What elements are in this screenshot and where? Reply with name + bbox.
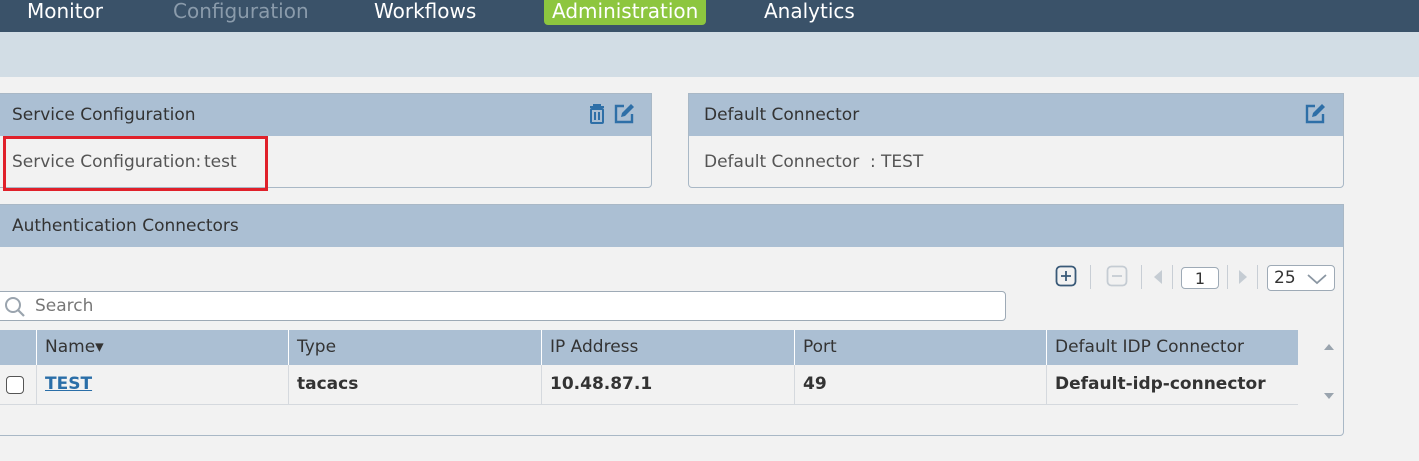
prev-page-icon[interactable] (1152, 268, 1164, 286)
column-header-default-idp-connector[interactable]: Default IDP Connector (1046, 330, 1298, 365)
pager-divider (1141, 265, 1142, 289)
default-connector-title: Default Connector (704, 105, 860, 125)
scroll-down-icon[interactable] (1323, 386, 1335, 399)
service-configuration-header: Service Configuration (0, 94, 651, 136)
table-row[interactable]: TEST tacacs 10.48.87.1 49 Default-idp-co… (0, 365, 1298, 405)
cell-type: tacacs (288, 365, 541, 404)
page-number-input[interactable] (1181, 267, 1219, 289)
service-configuration-title: Service Configuration (12, 105, 196, 125)
sub-header-bar (0, 32, 1419, 77)
authentication-connectors-header: Authentication Connectors (0, 205, 1343, 247)
edit-icon[interactable] (1303, 102, 1327, 126)
column-header-ip-address[interactable]: IP Address (541, 330, 794, 365)
cell-port: 49 (794, 365, 1046, 404)
nav-administration[interactable]: Administration (544, 0, 707, 25)
default-connector-value: TEST (881, 152, 924, 172)
nav-monitor[interactable]: Monitor (27, 0, 103, 25)
remove-icon[interactable] (1106, 265, 1128, 287)
authentication-connectors-title: Authentication Connectors (12, 216, 239, 236)
next-page-icon[interactable] (1237, 268, 1249, 286)
default-connector-separator: : (870, 152, 876, 172)
scroll-up-icon[interactable] (1323, 337, 1335, 350)
cell-ip-address: 10.48.87.1 (541, 365, 794, 404)
page-size-value: 25 (1274, 268, 1296, 288)
column-header-type[interactable]: Type (288, 330, 541, 365)
connector-name-link[interactable]: TEST (45, 374, 92, 394)
search-icon (3, 296, 27, 318)
column-header-port[interactable]: Port (794, 330, 1046, 365)
nav-analytics[interactable]: Analytics (764, 0, 855, 25)
sort-desc-icon: ▾ (95, 337, 104, 357)
page-size-select[interactable]: 25 (1267, 265, 1335, 291)
search-input[interactable] (35, 294, 995, 318)
nav-workflows[interactable]: Workflows (374, 0, 476, 25)
top-nav: Monitor Configuration Workflows Administ… (0, 0, 1419, 32)
table-header: Name▾ Type IP Address Port Default IDP C… (0, 330, 1298, 365)
search-box (0, 291, 1006, 321)
chevron-down-icon (1306, 271, 1328, 285)
pager-divider (1090, 265, 1091, 289)
add-icon[interactable] (1055, 265, 1077, 287)
default-connector-header: Default Connector (689, 94, 1343, 136)
pager-divider (1172, 265, 1173, 289)
trash-icon[interactable] (585, 102, 609, 126)
edit-icon[interactable] (612, 102, 636, 126)
column-header-name[interactable]: Name▾ (36, 330, 288, 365)
default-connector-label: Default Connector (704, 152, 860, 172)
cell-name: TEST (36, 365, 288, 404)
cell-default-idp-connector: Default-idp-connector (1046, 365, 1298, 404)
default-connector-panel: Default Connector Default Connector : TE… (688, 93, 1344, 188)
row-checkbox[interactable] (6, 376, 24, 394)
nav-configuration[interactable]: Configuration (173, 0, 309, 25)
pager-divider (1257, 265, 1258, 289)
highlight-annotation (3, 136, 268, 191)
pager-divider (1227, 265, 1228, 289)
